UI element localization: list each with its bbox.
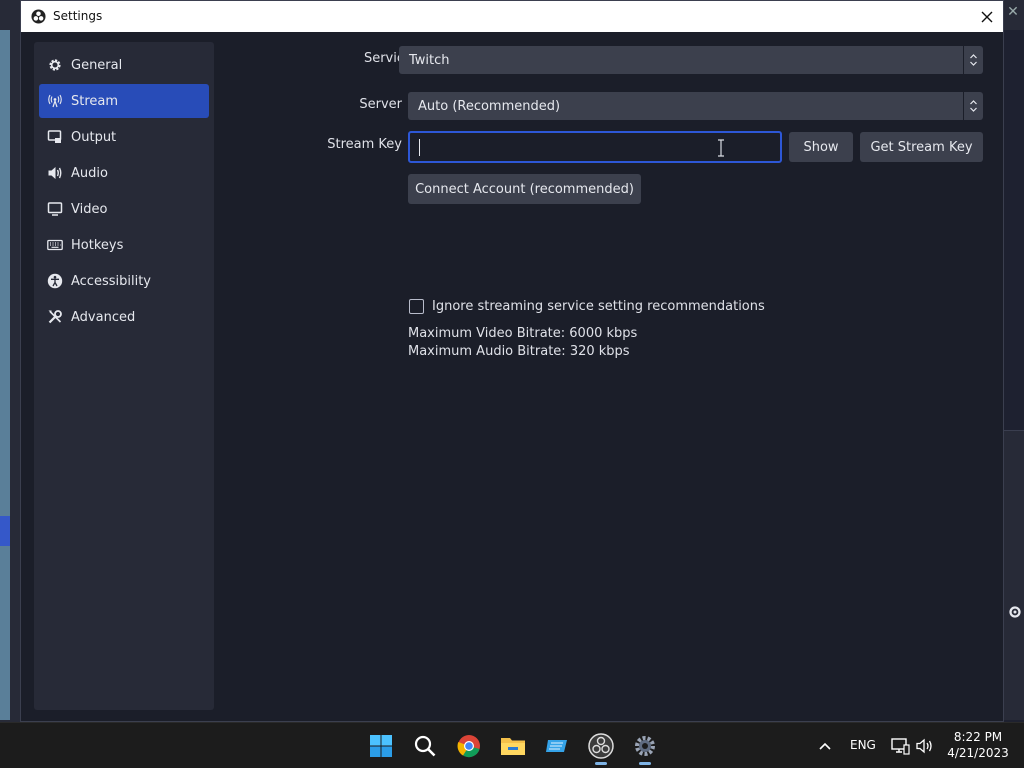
service-select[interactable]: Twitch xyxy=(399,46,983,74)
antenna-icon xyxy=(48,94,62,108)
taskbar-obs[interactable] xyxy=(587,732,615,765)
server-select[interactable]: Auto (Recommended) xyxy=(408,92,983,120)
network-icon xyxy=(891,738,910,755)
settings-gear-icon xyxy=(635,736,655,756)
taskbar-clock[interactable]: 8:22 PM 4/21/2023 xyxy=(944,729,1012,761)
obs-icon xyxy=(588,733,614,759)
text-caret xyxy=(419,139,420,156)
folder-icon xyxy=(501,738,525,755)
monitor-icon xyxy=(47,202,63,216)
ignore-recommendations-label[interactable]: Ignore streaming service setting recomme… xyxy=(432,299,765,314)
background-gear-icon[interactable] xyxy=(1006,601,1024,623)
ibeam-cursor-icon xyxy=(718,139,724,157)
sidebar-item-general[interactable]: General xyxy=(39,48,209,82)
app-window-icon xyxy=(546,740,567,752)
sidebar-item-label: Audio xyxy=(71,165,108,181)
sidebar-item-video[interactable]: Video xyxy=(39,192,209,226)
sidebar-item-label: Video xyxy=(71,201,108,217)
connect-account-button[interactable]: Connect Account (recommended) xyxy=(408,174,641,204)
settings-sidebar: General Stream Output Audio Video Hotkey… xyxy=(34,42,214,710)
sidebar-item-label: Stream xyxy=(71,93,119,109)
background-left-edge xyxy=(0,30,10,720)
clock-time: 8:22 PM xyxy=(953,730,1003,744)
get-stream-key-button[interactable]: Get Stream Key xyxy=(860,132,983,162)
start-button[interactable] xyxy=(367,732,395,760)
background-selected-strip xyxy=(0,516,10,546)
select-arrows-icon xyxy=(963,92,983,120)
window-title: Settings xyxy=(53,9,103,23)
sidebar-item-advanced[interactable]: Advanced xyxy=(39,300,209,334)
title-bar: Settings xyxy=(21,1,1003,32)
sidebar-item-label: Hotkeys xyxy=(71,237,124,253)
close-icon xyxy=(981,11,993,22)
server-value: Auto (Recommended) xyxy=(418,98,561,114)
taskbar-file-explorer[interactable] xyxy=(499,732,527,760)
volume-icon xyxy=(916,738,932,754)
wrench-icon xyxy=(48,310,62,324)
stream-settings-panel: Service Twitch Server Auto (Recommended)… xyxy=(214,32,1003,721)
language-indicator[interactable]: ENG xyxy=(850,738,876,752)
sidebar-item-label: Advanced xyxy=(71,309,136,325)
taskbar-search-button[interactable] xyxy=(411,732,439,760)
service-value: Twitch xyxy=(409,52,450,68)
taskbar-app[interactable] xyxy=(543,732,571,760)
max-video-bitrate-text: Maximum Video Bitrate: 6000 kbps xyxy=(408,326,638,341)
sidebar-item-output[interactable]: Output xyxy=(39,120,209,154)
chevron-up-icon xyxy=(819,742,831,750)
sidebar-item-audio[interactable]: Audio xyxy=(39,156,209,190)
speaker-icon xyxy=(48,167,62,179)
obs-app-icon xyxy=(31,9,46,24)
stream-key-label: Stream Key xyxy=(327,137,402,152)
volume-button[interactable] xyxy=(911,732,939,760)
sidebar-item-label: General xyxy=(71,57,123,73)
background-close-icon[interactable]: ✕ xyxy=(1004,4,1022,24)
sidebar-item-label: Accessibility xyxy=(71,273,151,289)
show-key-button[interactable]: Show xyxy=(789,132,853,162)
taskbar-settings[interactable] xyxy=(631,732,659,765)
windows-logo-icon xyxy=(370,735,392,757)
chrome-icon xyxy=(457,735,480,758)
taskbar-chrome[interactable] xyxy=(455,732,483,760)
clock-date: 4/21/2023 xyxy=(947,746,1009,760)
window-close-button[interactable] xyxy=(971,1,1003,32)
gear-icon xyxy=(49,59,61,71)
show-hidden-icons-button[interactable] xyxy=(811,732,839,760)
sidebar-item-stream[interactable]: Stream xyxy=(39,84,209,118)
sidebar-item-hotkeys[interactable]: Hotkeys xyxy=(39,228,209,262)
stream-key-input[interactable] xyxy=(408,131,782,163)
output-icon xyxy=(47,130,62,143)
keyboard-icon xyxy=(47,239,63,251)
max-audio-bitrate-text: Maximum Audio Bitrate: 320 kbps xyxy=(408,344,630,359)
windows-taskbar: ENG 8:22 PM 4/21/2023 xyxy=(0,722,1024,768)
settings-window: Settings General Stream Output Audio Vid… xyxy=(20,0,1004,722)
network-button[interactable] xyxy=(886,732,914,760)
sidebar-item-label: Output xyxy=(71,129,117,145)
search-icon xyxy=(414,735,436,757)
select-arrows-icon xyxy=(963,46,983,74)
background-dock-panel xyxy=(1004,430,1024,720)
ignore-recommendations-checkbox[interactable] xyxy=(409,299,424,314)
accessibility-icon xyxy=(47,273,63,289)
sidebar-item-accessibility[interactable]: Accessibility xyxy=(39,264,209,298)
server-label: Server xyxy=(359,97,402,112)
